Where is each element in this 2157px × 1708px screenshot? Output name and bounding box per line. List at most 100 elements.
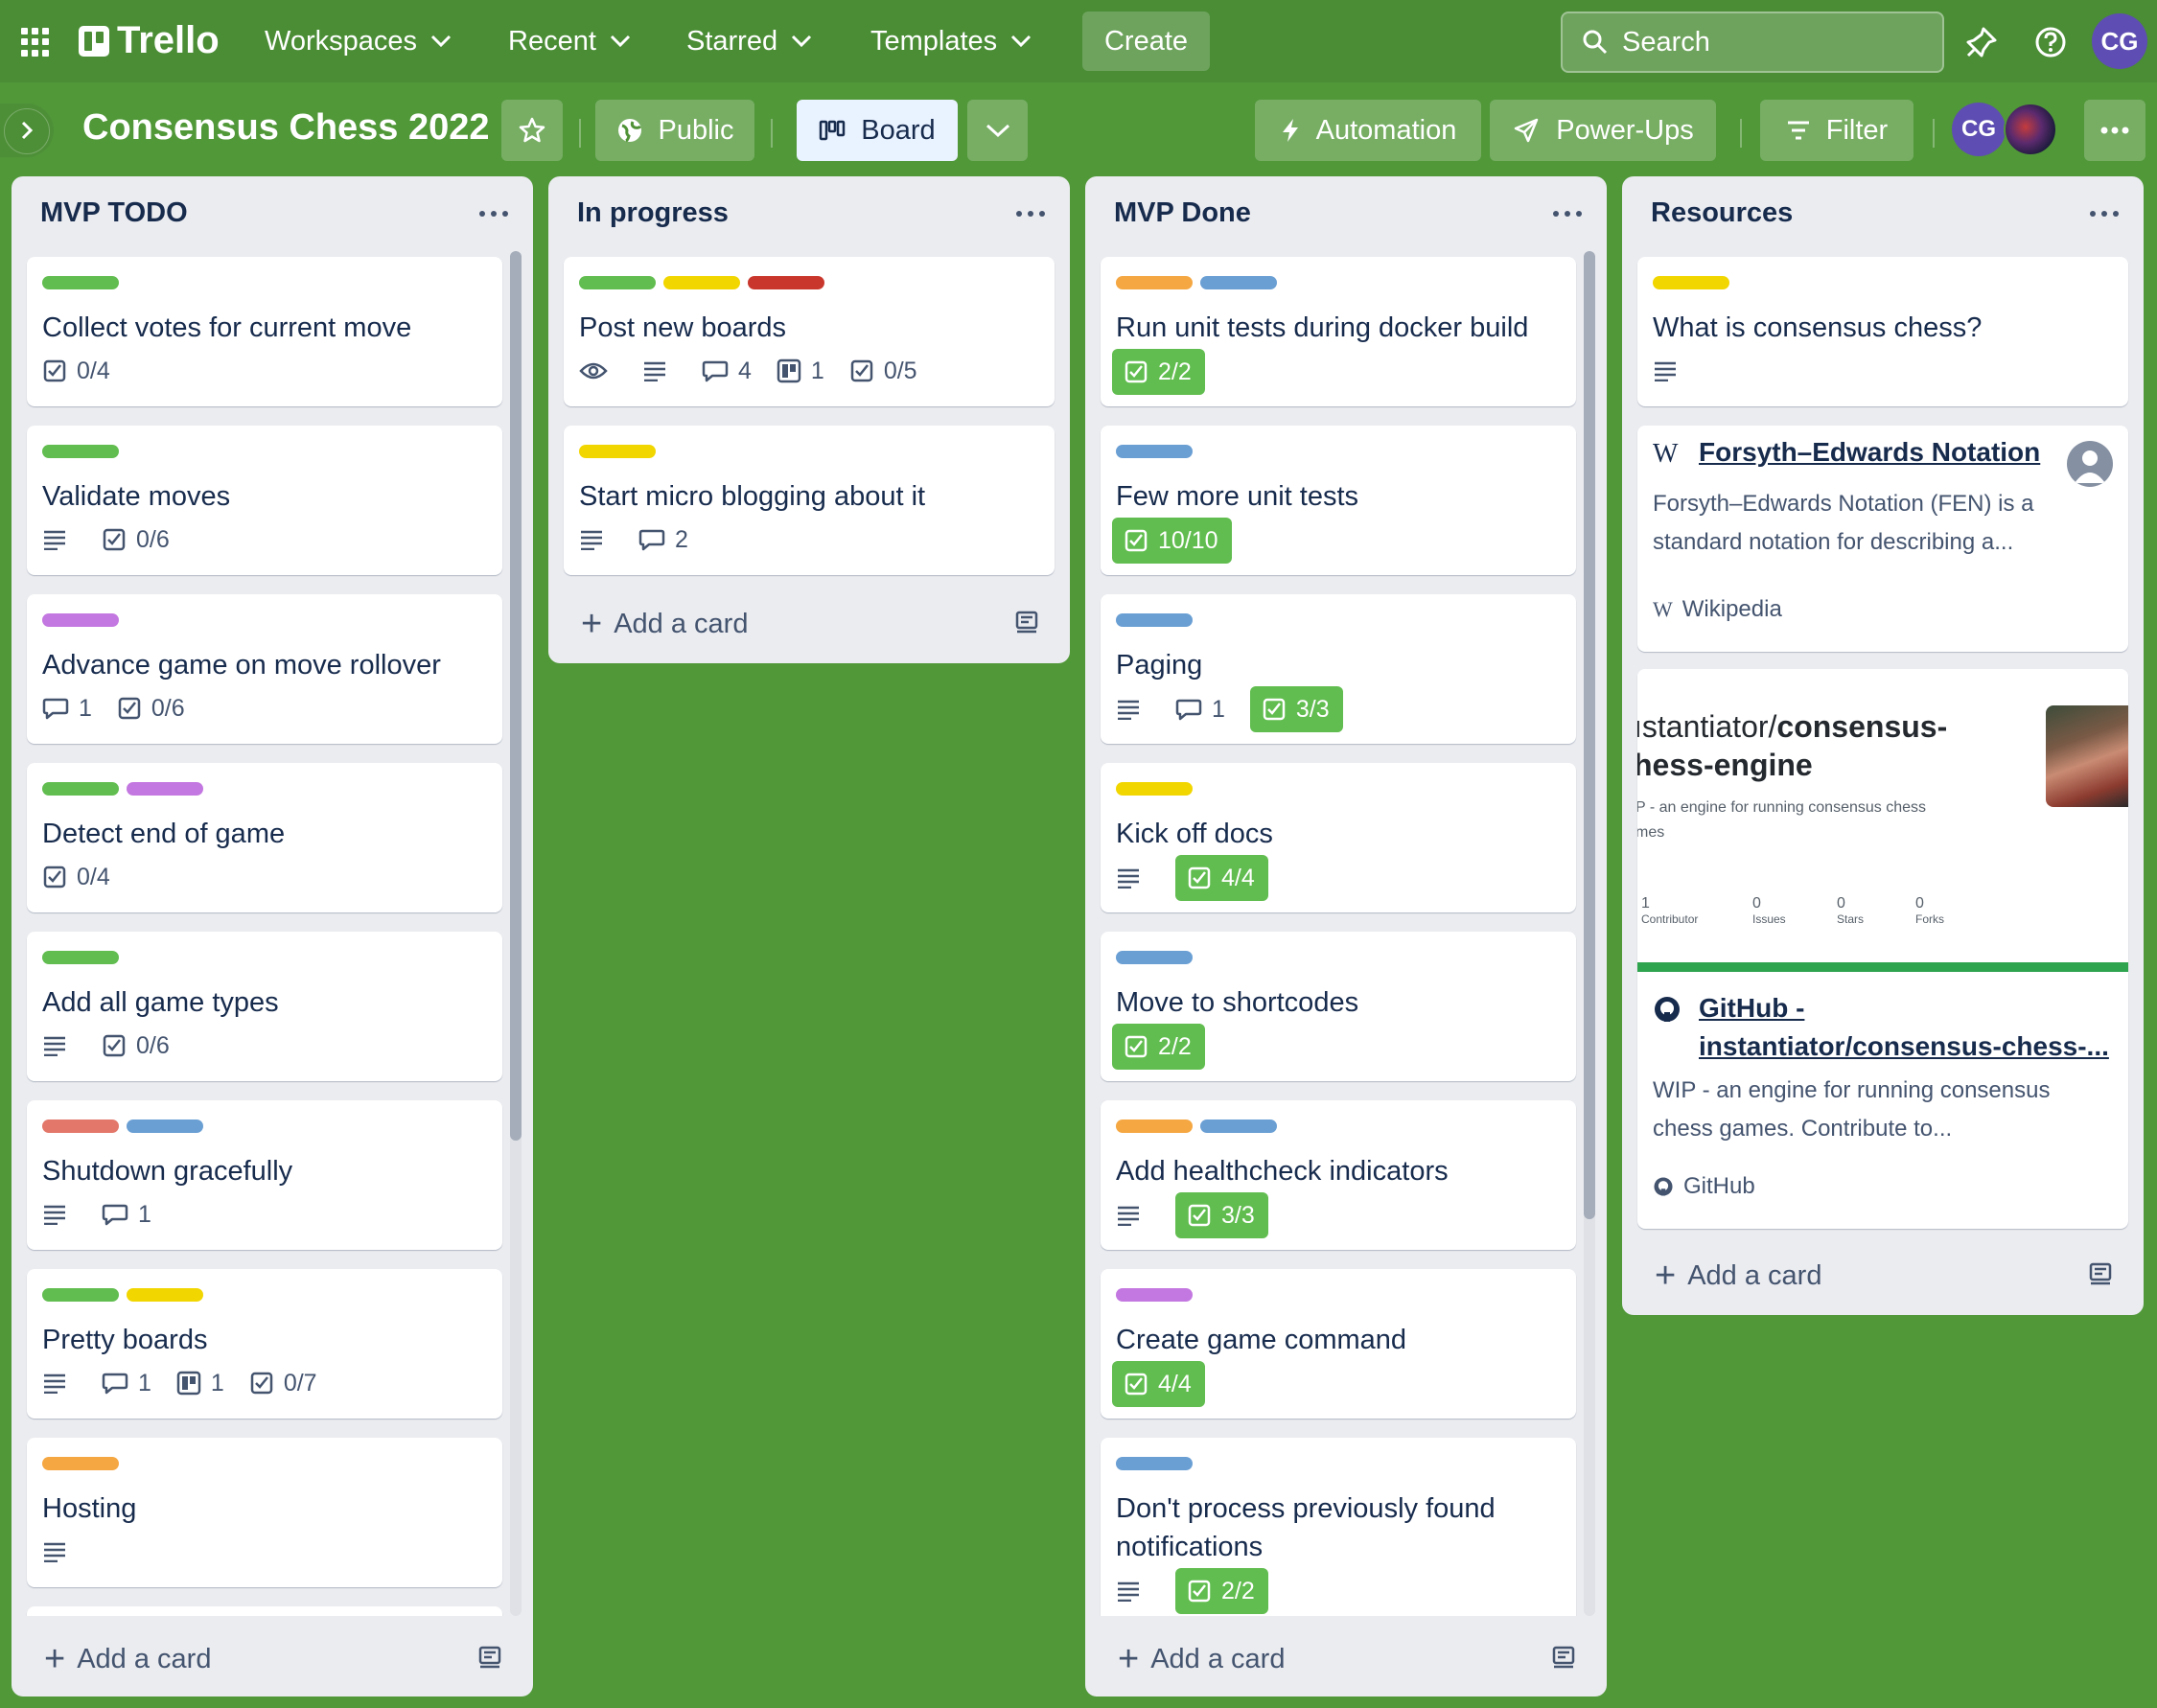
member-avatar[interactable]: CG <box>1952 103 2006 156</box>
help-icon[interactable] <box>2030 22 2071 62</box>
sidebar-toggle-button[interactable] <box>0 104 54 157</box>
card[interactable]: What is consensus chess? <box>1637 257 2128 406</box>
recent-menu[interactable]: Recent <box>499 13 640 69</box>
description-badge <box>1116 1193 1150 1237</box>
add-card-button[interactable]: + Add a card <box>1655 1256 1821 1297</box>
label-orange[interactable] <box>42 1457 119 1470</box>
card[interactable]: Shutdown gracefully 1 <box>27 1100 502 1250</box>
card[interactable]: Post new boards 4 1 0/5 <box>564 257 1055 406</box>
checklist-complete-badge: 2/2 <box>1175 1568 1268 1614</box>
search-input[interactable]: Search <box>1561 12 1944 73</box>
list-title[interactable]: MVP Done <box>1114 197 1251 229</box>
visibility-button[interactable]: Public <box>595 100 754 161</box>
link-card-github[interactable]: ıstantiator/consensus- hess-engine P - a… <box>1637 669 2128 1229</box>
add-card-button[interactable]: + Add a card <box>581 604 748 645</box>
stat-label: Issues <box>1752 912 1786 926</box>
label-purple[interactable] <box>42 613 119 627</box>
link-card-wikipedia[interactable]: W Forsyth–Edwards Notation Forsyth–Edwar… <box>1637 426 2128 652</box>
label-green[interactable] <box>579 276 656 289</box>
create-button[interactable]: Create <box>1082 12 1210 71</box>
board-title[interactable]: Consensus Chess 2022 <box>82 107 490 149</box>
label-green[interactable] <box>42 951 119 964</box>
checklist-complete-badge: 4/4 <box>1175 855 1268 901</box>
label-yellow[interactable] <box>127 1288 203 1302</box>
list-more-icon[interactable] <box>479 211 508 217</box>
member-avatar-photo[interactable] <box>2004 103 2057 156</box>
list-more-icon[interactable] <box>2090 211 2119 217</box>
powerups-button[interactable]: Power-Ups <box>1490 100 1716 161</box>
label-green[interactable] <box>42 276 119 289</box>
list-title[interactable]: Resources <box>1651 197 1793 229</box>
label-yellow[interactable] <box>663 276 740 289</box>
card[interactable]: Collect votes for current move 0/4 <box>27 257 502 406</box>
card-template-icon[interactable] <box>2088 1261 2113 1286</box>
link-preview-image: ıstantiator/consensus- hess-engine P - a… <box>1637 669 2128 972</box>
link-description: Forsyth–Edwards Notation (FEN) is a stan… <box>1653 491 2034 555</box>
card[interactable]: Hosting <box>27 1438 502 1587</box>
label-blue[interactable] <box>1116 445 1193 458</box>
label-orange[interactable] <box>1116 1119 1193 1133</box>
card-template-icon[interactable] <box>1551 1645 1576 1670</box>
card[interactable]: Move to shortcodes 2/2 <box>1101 932 1576 1081</box>
plus-icon: + <box>581 604 603 644</box>
automation-button[interactable]: Automation <box>1255 100 1481 161</box>
checklist-badge: 0/6 <box>102 518 170 562</box>
user-avatar[interactable]: CG <box>2092 13 2147 69</box>
link-title[interactable]: Forsyth–Edwards Notation <box>1699 437 2040 468</box>
star-board-button[interactable] <box>501 100 563 161</box>
card[interactable]: Add all game types 0/6 <box>27 932 502 1081</box>
card[interactable] <box>27 1606 502 1616</box>
card[interactable]: Don't process previously found notificat… <box>1101 1438 1576 1616</box>
label-blue[interactable] <box>1200 276 1277 289</box>
label-yellow[interactable] <box>579 445 656 458</box>
label-blue[interactable] <box>1116 951 1193 964</box>
label-blue[interactable] <box>1200 1119 1277 1133</box>
list-title[interactable]: MVP TODO <box>40 197 188 229</box>
label-yellow[interactable] <box>1116 782 1193 796</box>
add-card-button[interactable]: + Add a card <box>44 1639 211 1680</box>
card[interactable]: Add healthcheck indicators 3/3 <box>1101 1100 1576 1250</box>
starred-menu[interactable]: Starred <box>677 13 822 69</box>
link-source: GitHub <box>1683 1173 1755 1199</box>
card-template-icon[interactable] <box>1014 610 1039 635</box>
link-title[interactable]: GitHub - instantiator/consensus-chess-..… <box>1699 989 2109 1066</box>
card[interactable]: Pretty boards 1 1 0/7 <box>27 1269 502 1419</box>
card[interactable]: Validate moves 0/6 <box>27 426 502 575</box>
app-switcher-icon[interactable] <box>21 28 50 57</box>
label-green[interactable] <box>42 1288 119 1302</box>
board-view-button[interactable]: Board <box>797 100 958 161</box>
card-title: Don't process previously found notificat… <box>1116 1493 1496 1562</box>
add-card-button[interactable]: + Add a card <box>1118 1639 1285 1680</box>
label-red[interactable] <box>748 276 824 289</box>
card[interactable]: Advance game on move rollover 1 0/6 <box>27 594 502 744</box>
label-orange[interactable] <box>1116 276 1193 289</box>
card[interactable]: Few more unit tests 10/10 <box>1101 426 1576 575</box>
card[interactable]: Start micro blogging about it 2 <box>564 426 1055 575</box>
card[interactable]: Run unit tests during docker build 2/2 <box>1101 257 1576 406</box>
views-dropdown-button[interactable] <box>967 100 1028 161</box>
list-more-icon[interactable] <box>1553 211 1582 217</box>
description-icon <box>44 1036 65 1056</box>
workspaces-menu[interactable]: Workspaces <box>255 13 461 69</box>
board-menu-button[interactable] <box>2084 100 2145 161</box>
notifications-icon[interactable] <box>1961 22 2002 62</box>
label-purple[interactable] <box>1116 1288 1193 1302</box>
label-purple[interactable] <box>127 782 203 796</box>
label-blue[interactable] <box>1116 1457 1193 1470</box>
trello-logo[interactable]: Trello <box>79 19 220 62</box>
card[interactable]: Detect end of game 0/4 <box>27 763 502 912</box>
card[interactable]: Paging 1 3/3 <box>1101 594 1576 744</box>
label-blue[interactable] <box>1116 613 1193 627</box>
list-more-icon[interactable] <box>1016 211 1045 217</box>
templates-menu[interactable]: Templates <box>861 13 1041 69</box>
label-blue[interactable] <box>127 1119 203 1133</box>
label-yellow[interactable] <box>1653 276 1729 289</box>
filter-button[interactable]: Filter <box>1760 100 1913 161</box>
label-green[interactable] <box>42 782 119 796</box>
list-title[interactable]: In progress <box>577 197 729 229</box>
card[interactable]: Create game command 4/4 <box>1101 1269 1576 1419</box>
label-green[interactable] <box>42 445 119 458</box>
card[interactable]: Kick off docs 4/4 <box>1101 763 1576 912</box>
label-salmon[interactable] <box>42 1119 119 1133</box>
card-template-icon[interactable] <box>477 1645 502 1670</box>
